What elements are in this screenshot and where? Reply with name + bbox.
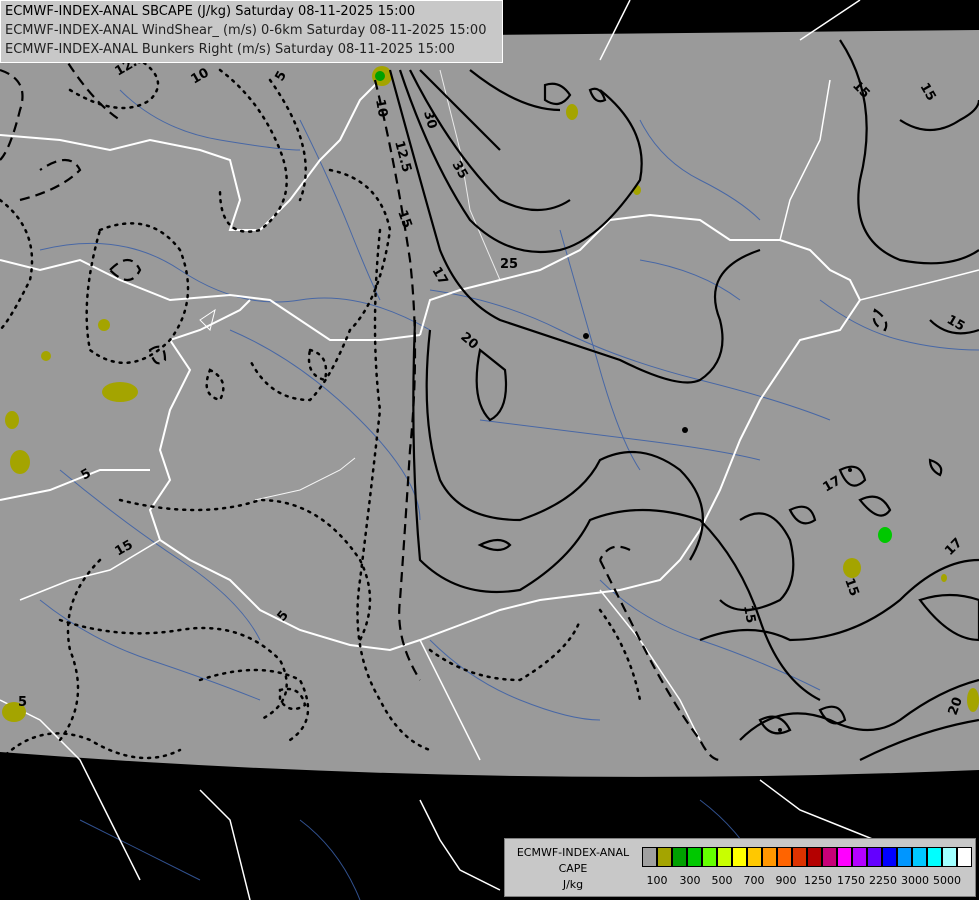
- legend-swatch: [792, 847, 807, 867]
- map-title-box: ECMWF-INDEX-ANAL SBCAPE (J/kg) Saturday …: [0, 0, 503, 63]
- legend-swatch: [807, 847, 822, 867]
- legend-swatch: [897, 847, 912, 867]
- legend-tick-label: 1750: [837, 874, 865, 887]
- contour-label: 15: [740, 604, 758, 624]
- legend-swatch: [747, 847, 762, 867]
- contour-label: 5: [18, 695, 27, 710]
- legend-tick-label: 2250: [869, 874, 897, 887]
- legend-swatch: [702, 847, 717, 867]
- legend-tick-label: 300: [679, 874, 701, 887]
- legend-title-field: CAPE: [558, 862, 588, 875]
- legend-swatch: [867, 847, 882, 867]
- title-bunkers: ECMWF-INDEX-ANAL Bunkers Right (m/s) Sat…: [5, 42, 455, 57]
- weather-map: 12.5 10 5 30 35 12.5 15 17 25 20 15 15 1…: [0, 0, 979, 900]
- legend-tick-label: 700: [743, 874, 765, 887]
- legend-swatch: [672, 847, 687, 867]
- legend-swatch: [942, 847, 957, 867]
- contour-label: 25: [500, 257, 518, 272]
- map-domain: [0, 30, 979, 777]
- legend-swatch: [732, 847, 747, 867]
- legend-title-unit: J/kg: [562, 878, 584, 891]
- legend-swatch: [852, 847, 867, 867]
- legend-swatch: [927, 847, 942, 867]
- legend-tick-label: 3000: [901, 874, 929, 887]
- legend-swatch: [687, 847, 702, 867]
- legend-tick-label: 500: [711, 874, 733, 887]
- legend-title-model: ECMWF-INDEX-ANAL: [516, 846, 630, 859]
- title-sbcape: ECMWF-INDEX-ANAL SBCAPE (J/kg) Saturday …: [5, 4, 416, 19]
- legend-tick-label: 100: [646, 874, 668, 887]
- legend-tick-label: 900: [775, 874, 797, 887]
- legend-tick-label: 5000: [933, 874, 961, 887]
- legend-tick-label: 1250: [804, 874, 832, 887]
- legend-swatch: [642, 847, 657, 867]
- legend-swatch: [717, 847, 732, 867]
- legend-swatch: [822, 847, 837, 867]
- legend-swatch: [777, 847, 792, 867]
- legend-swatch: [912, 847, 927, 867]
- legend-swatch: [882, 847, 897, 867]
- cape-legend: ECMWF-INDEX-ANAL CAPE J/kg 100 300 500 700 9…: [504, 838, 976, 897]
- legend-swatch: [837, 847, 852, 867]
- legend-swatch: [957, 847, 972, 867]
- legend-swatch: [762, 847, 777, 867]
- legend-swatch: [657, 847, 672, 867]
- title-windshear: ECMWF-INDEX-ANAL WindShear_ (m/s) 0-6km …: [5, 23, 487, 38]
- contour-label: 10: [372, 98, 390, 118]
